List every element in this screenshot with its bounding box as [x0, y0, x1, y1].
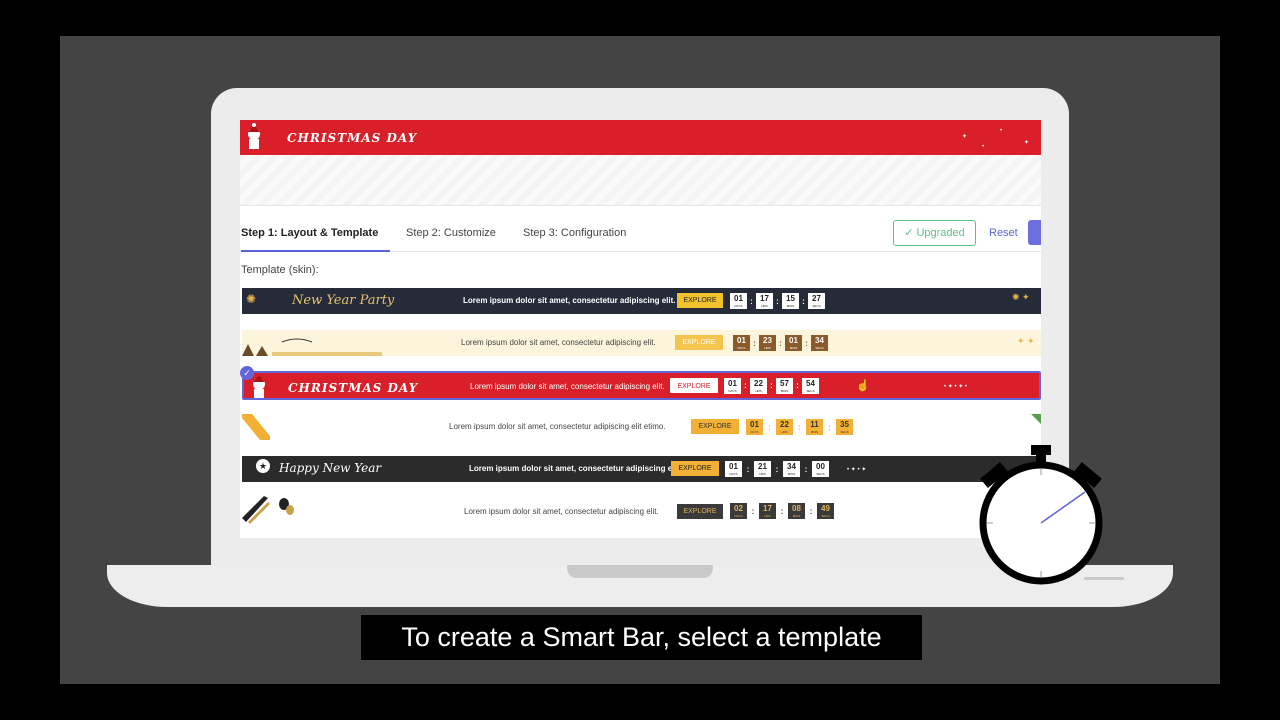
explore-button: EXPLORE [670, 378, 718, 393]
snow-icon: • [1000, 128, 1003, 134]
countdown-days: 01 DAYS [733, 335, 750, 351]
template-christmas-day[interactable]: CHRISTMAS DAY Lorem ipsum dolor sit amet… [242, 371, 1041, 400]
countdown-days: 01 DAYS [746, 419, 763, 435]
template-beige-winter[interactable]: Lorem ipsum dolor sit amet, consectetur … [242, 330, 1041, 356]
preview-title: CHRISTMAS DAY [287, 131, 418, 145]
stopwatch-icon [979, 445, 1103, 585]
explore-button: EXPLORE [677, 293, 723, 308]
confetti-icon: ✺ [246, 292, 257, 306]
leaf-icon [1031, 414, 1041, 424]
explore-button: EXPLORE [691, 419, 739, 434]
countdown-mins: 01 MINS [785, 335, 802, 351]
countdown-hrs: 22 HRS [750, 377, 767, 394]
template-balloons[interactable]: Lorem ipsum dolor sit amet, consectetur … [242, 496, 1041, 526]
countdown-hrs: 17 HRS [756, 293, 773, 309]
countdown-days: 01 DAYS [724, 377, 741, 394]
countdown-hrs: 23 HRS [759, 335, 776, 351]
countdown-mins: 11 MINS [806, 419, 823, 435]
save-button[interactable] [1028, 220, 1041, 245]
tab-customize[interactable]: Step 2: Customize [406, 214, 496, 252]
countdown-secs: 54 SECS [802, 377, 819, 394]
template-message: Lorem ipsum dolor sit amet, consectetur … [470, 382, 665, 391]
video-caption: To create a Smart Bar, select a template [361, 615, 922, 660]
template-new-year-party[interactable]: ✺ New Year Party Lorem ipsum dolor sit a… [242, 288, 1041, 314]
check-icon: ✓ [904, 227, 917, 239]
countdown-hrs: 21 HRS [754, 461, 771, 477]
countdown-days: 02 DAYS [730, 503, 747, 519]
laptop-notch [567, 565, 713, 578]
bar-preview: CHRISTMAS DAY ✦ • • ✦ [240, 120, 1041, 206]
stripe-icon [242, 414, 270, 440]
countdown-days: 01 DAYS [730, 293, 747, 309]
template-happy-new-year[interactable]: ★ Happy New Year Lorem ipsum dolor sit a… [242, 456, 1041, 482]
app-screen: CHRISTMAS DAY ✦ • • ✦ Step 1: Layout & T… [240, 120, 1041, 538]
snow-icon: ✦ [1024, 140, 1030, 146]
sleigh-icon [242, 338, 382, 356]
ornament-icon: ★ [256, 459, 270, 473]
countdown-secs: 35 SECS [836, 419, 853, 435]
countdown: 01 DAYS: 23 HRS: 01 MINS: 34 SECS [733, 335, 828, 351]
countdown-secs: 00 SECS [812, 461, 829, 477]
snow-icon: • [982, 144, 985, 150]
template-message: Lorem ipsum dolor sit amet, consectetur … [461, 338, 656, 347]
cursor-icon: ☝ [856, 380, 870, 392]
snow-icon: ✦ [962, 134, 968, 140]
tab-configuration[interactable]: Step 3: Configuration [523, 214, 626, 252]
countdown: 01 DAYS: 22 HRS: 57 MINS: 54 SECS [724, 377, 819, 394]
countdown-days: 01 DAYS [725, 461, 742, 477]
template-message: Lorem ipsum dolor sit amet, consectetur … [463, 296, 676, 305]
santa-icon [248, 123, 260, 149]
explore-button: EXPLORE [677, 504, 723, 519]
upgraded-button[interactable]: ✓ Upgraded [893, 220, 976, 246]
selected-check-icon: ✓ [240, 366, 254, 380]
template-white-gold[interactable]: Lorem ipsum dolor sit amet, consectetur … [242, 414, 1041, 440]
snow-icon: • ✦ • ✦ • [944, 384, 968, 390]
countdown-secs: 34 SECS [811, 335, 828, 351]
countdown-hrs: 17 HRS [759, 503, 776, 519]
countdown-mins: 34 MINS [783, 461, 800, 477]
explore-button: EXPLORE [671, 461, 719, 476]
countdown-secs: 27 SECS [808, 293, 825, 309]
template-message: Lorem ipsum dolor sit amet, consectetur … [464, 507, 659, 516]
template-message: Lorem ipsum dolor sit amet, consectetur … [449, 422, 666, 431]
star-icon: ✦ ✦ [1017, 336, 1035, 346]
preview-smart-bar: CHRISTMAS DAY ✦ • • ✦ [240, 120, 1041, 155]
countdown-mins: 57 MINS [776, 377, 793, 394]
reset-link[interactable]: Reset [989, 220, 1018, 246]
countdown-mins: 15 MINS [782, 293, 799, 309]
template-message: Lorem ipsum dolor sit amet, consectetur … [469, 464, 682, 473]
countdown: 01 DAYS: 21 HRS: 34 MINS: 00 SECS [725, 461, 829, 477]
template-label: Template (skin): [241, 264, 319, 276]
sparkle-icon: • ✦ • ✦ [847, 467, 867, 473]
countdown-mins: 08 MINS [788, 503, 805, 519]
firework-icon: ✺ ✦ [1012, 292, 1030, 302]
explore-button: EXPLORE [675, 335, 723, 350]
tab-layout-template[interactable]: Step 1: Layout & Template [241, 214, 390, 252]
template-name: New Year Party [292, 293, 395, 308]
countdown-hrs: 22 HRS [776, 419, 793, 435]
template-name: CHRISTMAS DAY [288, 381, 419, 395]
countdown: 01 DAYS: 17 HRS: 15 MINS: 27 SECS [730, 293, 825, 309]
upgraded-label: Upgraded [916, 227, 965, 239]
countdown-secs: 49 SECS [817, 503, 834, 519]
countdown: 02 DAYS: 17 HRS: 08 MINS: 49 SECS [730, 503, 834, 519]
template-name: Happy New Year [279, 461, 382, 475]
countdown: 01 DAYS: 22 HRS: 11 MINS: 35 SECS [746, 419, 853, 435]
balloon-icon [242, 496, 294, 524]
